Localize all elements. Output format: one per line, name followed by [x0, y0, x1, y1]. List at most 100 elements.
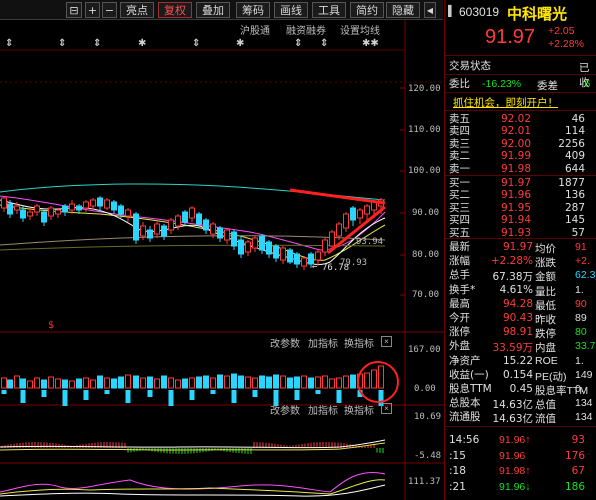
volume-bar: [294, 376, 300, 389]
candle-body: [301, 257, 307, 267]
price-change-pct: +2.28%: [548, 38, 584, 50]
volume-bars: [1, 365, 384, 406]
tick-volume: 93: [571, 434, 585, 446]
candle-body: [273, 245, 279, 259]
volume-bar: [125, 374, 131, 389]
candle-body: [280, 247, 286, 261]
volume-bar: [259, 375, 265, 389]
svg-text:$: $: [48, 320, 54, 331]
macd-switch-indicator-button[interactable]: 换指标: [344, 402, 374, 417]
candle-body: [336, 223, 342, 237]
tick-volume: 186: [564, 480, 585, 493]
volume-bar: [315, 390, 321, 394]
book-level-price: 92.02: [500, 113, 531, 125]
candle-body: [90, 199, 96, 207]
stat-value: 91.97: [502, 241, 533, 253]
volume-bar: [7, 379, 13, 389]
volume-bar: [273, 374, 279, 389]
candle-body: [154, 223, 160, 235]
candle-body: [62, 205, 68, 213]
volume-bar: [210, 377, 216, 389]
volume-bar: [364, 372, 370, 389]
volume-bar: [154, 378, 160, 389]
macd-add-indicator-button[interactable]: 加指标: [308, 402, 338, 417]
volume-bar: [245, 376, 251, 389]
volume-bar: [20, 378, 26, 389]
stat-label: 量比: [535, 285, 556, 298]
candle-body: [182, 211, 188, 223]
volume-bar: [252, 390, 258, 397]
volume-bar: [41, 379, 47, 389]
volume-bar: [378, 365, 384, 389]
book-level-price: 91.98: [500, 162, 531, 175]
quote-panel: ▌ 603019 中科曙光 91.97 +2.05 +2.28% 交易状态 已收…: [444, 0, 596, 500]
stat-value: 67.38万: [492, 271, 533, 284]
book-level-price: 91.93: [500, 226, 531, 239]
book-level-price: 91.94: [500, 214, 531, 227]
volume-bar: [238, 375, 244, 389]
volume-bar: [182, 378, 188, 389]
book-level-price: 91.99: [500, 150, 531, 163]
macd-bars: [1, 442, 384, 454]
volume-bar: [168, 390, 174, 406]
volume-bar: [27, 380, 33, 389]
stat-value: 33.59万: [492, 342, 533, 355]
volume-bar: [287, 377, 293, 389]
kline-chart[interactable]: $: [0, 0, 444, 500]
book-level-label: 卖二: [449, 150, 470, 163]
stat-value: 0.45: [509, 383, 533, 395]
volume-bar: [217, 374, 223, 389]
vol-axis-label: 167.00: [408, 345, 441, 355]
back-icon[interactable]: ▌: [448, 6, 455, 17]
volume-bar: [266, 376, 272, 389]
volume-bar: [90, 379, 96, 389]
book-level-label: 买一: [449, 177, 470, 189]
macd-close-icon[interactable]: ×: [381, 403, 392, 414]
trend-line: [289, 188, 386, 205]
volume-bar: [69, 380, 75, 389]
volume-bar: [322, 375, 328, 389]
candle-body: [287, 249, 293, 263]
book-level-price: 91.97: [500, 177, 531, 189]
stat-value: 0.: [575, 383, 584, 395]
vol-switch-indicator-button[interactable]: 换指标: [344, 335, 374, 350]
stat-value: +2.: [575, 255, 590, 268]
volume-bar: [14, 375, 20, 389]
candle-body: [133, 213, 139, 241]
macd-axis-label: -5.48: [414, 451, 442, 461]
volume-bar: [329, 378, 335, 389]
open-account-link[interactable]: 抓住机会，即刻开户！: [453, 95, 558, 110]
book-level-volume: 2256: [558, 137, 585, 150]
candle-body: [364, 205, 370, 215]
stat-value: 1.: [575, 283, 584, 296]
volume-bar: [308, 377, 314, 389]
book-level-label: 买三: [449, 201, 470, 214]
volume-bar: [111, 378, 117, 389]
candle-body: [27, 211, 33, 217]
volume-bar: [175, 379, 181, 389]
stat-label: 均价: [535, 243, 556, 255]
book-level-label: 买五: [449, 226, 470, 239]
volume-bar: [83, 377, 89, 389]
stock-code: 603019: [459, 5, 500, 19]
volume-bar: [203, 375, 209, 389]
high-annotation: 93.94: [356, 237, 384, 247]
vol-edit-params-button[interactable]: 改参数: [270, 335, 300, 350]
volume-bar: [189, 390, 195, 400]
candle-body: [343, 213, 349, 229]
volume-bar: [196, 376, 202, 389]
price-change: +2.05: [548, 25, 575, 37]
vol-close-icon[interactable]: ×: [381, 336, 392, 347]
stat-value: 134: [575, 411, 593, 424]
book-level-volume: 57: [571, 226, 585, 239]
stat-value: 134: [575, 397, 593, 410]
macd-edit-params-button[interactable]: 改参数: [270, 402, 300, 417]
candle-body: [189, 207, 195, 219]
candle-body: [140, 225, 146, 237]
volume-bar: [301, 375, 307, 389]
vol-add-indicator-button[interactable]: 加指标: [308, 335, 338, 350]
volume-bar: [336, 377, 342, 389]
volume-bar: [231, 390, 237, 403]
stat-value: 90.43: [502, 312, 533, 324]
volume-bar: [20, 390, 26, 403]
